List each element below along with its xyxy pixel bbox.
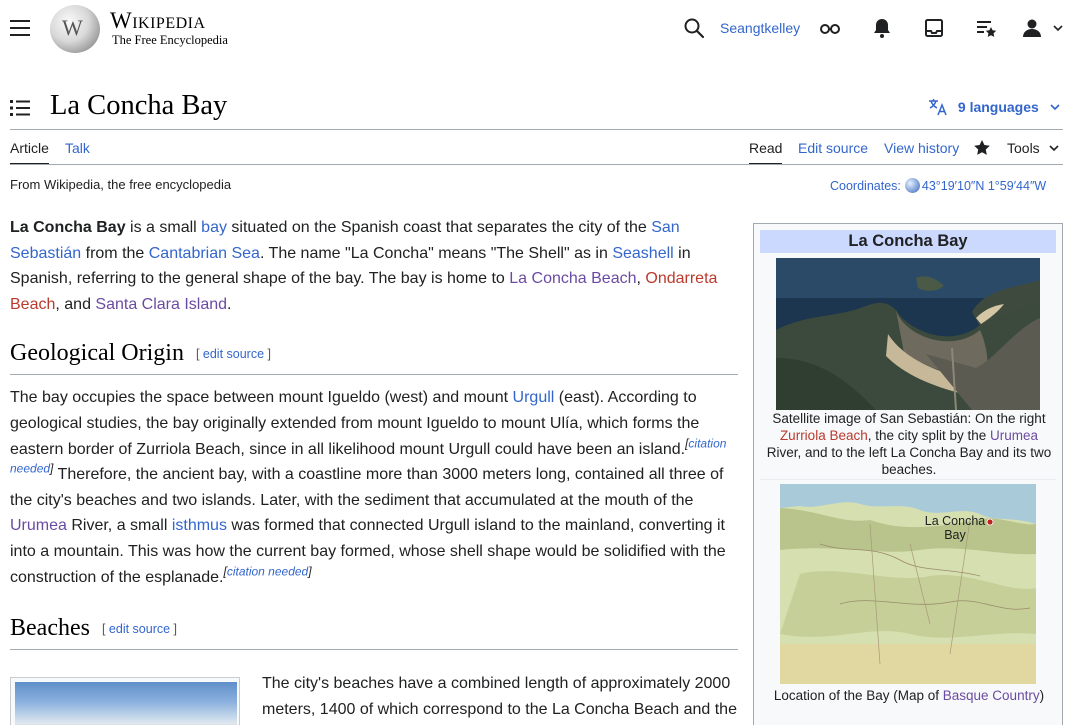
beach-photo[interactable]: [15, 682, 237, 725]
intro-paragraph: La Concha Bay is a small bay situated on…: [10, 215, 738, 317]
location-map[interactable]: [780, 484, 1036, 684]
edit-section-link: [ edit source ]: [102, 622, 177, 636]
watchlist-glasses-icon[interactable]: [818, 16, 842, 40]
section-heading-geological-origin: Geological Origin [ edit source ]: [10, 337, 738, 376]
main-menu-icon[interactable]: [10, 20, 30, 36]
coordinates-label[interactable]: Coordinates:: [830, 179, 901, 193]
text: Location of the Bay (Map of: [773, 688, 943, 703]
language-selector-button[interactable]: 9 languages: [928, 98, 1061, 116]
chevron-down-icon: [1049, 145, 1059, 152]
wikipedia-wordmark[interactable]: Wikipedia: [110, 8, 206, 34]
bracket: [: [195, 347, 203, 362]
infobox-title: La Concha Bay: [760, 230, 1056, 253]
tab-read[interactable]: Read: [749, 140, 783, 165]
chevron-down-icon: [1050, 104, 1060, 111]
bracket: ]: [264, 347, 272, 362]
citation-needed-link[interactable]: citation needed: [227, 564, 308, 578]
article-body: La Concha Bay is a small bay situated on…: [10, 215, 738, 660]
satellite-image[interactable]: [776, 258, 1040, 410]
heading-text: Geological Origin: [10, 340, 184, 367]
text: is a small: [125, 219, 202, 236]
link-isthmus[interactable]: isthmus: [172, 517, 227, 534]
edit-source-geological-origin[interactable]: edit source: [203, 347, 264, 361]
infobox: La Concha Bay Satellite image of San Seb…: [753, 223, 1063, 725]
link-bay[interactable]: bay: [201, 219, 227, 236]
wikipedia-logo-globe[interactable]: [50, 5, 100, 53]
text: .: [227, 295, 232, 313]
text: , the city split by the: [867, 428, 991, 443]
map-caption: Location of the Bay (Map of Basque Count…: [762, 687, 1056, 704]
text: Therefore, the ancient bay, with a coast…: [10, 466, 724, 509]
site-subtitle: From Wikipedia, the free encyclopedia: [10, 177, 232, 192]
bracket: ]: [308, 564, 312, 579]
title-divider: [10, 129, 1063, 130]
article-subject: La Concha Bay: [10, 219, 126, 236]
tab-edit-source[interactable]: Edit source: [798, 140, 868, 156]
languages-count-label: 9 languages: [957, 99, 1039, 115]
link-la-concha-beach[interactable]: La Concha Beach: [509, 270, 636, 287]
heading-text: Beaches: [10, 615, 90, 642]
infobox-divider: [760, 479, 1056, 480]
bracket: [: [101, 622, 109, 637]
link-cantabrian-sea[interactable]: Cantabrian Sea: [149, 245, 260, 262]
table-of-contents-icon[interactable]: [10, 99, 30, 117]
link-urumea[interactable]: Urumea: [10, 517, 67, 534]
text: The bay occupies the space between mount…: [10, 389, 513, 407]
text: Satellite image of San Sebastián: On the…: [772, 411, 1046, 426]
geological-paragraph: The bay occupies the space between mount…: [10, 385, 738, 590]
section-heading-beaches: Beaches [ edit source ]: [10, 612, 738, 651]
citation-needed: [citation needed]: [223, 564, 311, 578]
map-label-la-concha: La Concha: [924, 514, 986, 528]
text: from the: [81, 244, 149, 262]
text: River, and to the left La Concha Bay and…: [766, 445, 1052, 477]
user-menu-icon[interactable]: [1020, 16, 1064, 40]
edit-section-link: [ edit source ]: [196, 347, 271, 361]
bracket: ]: [170, 622, 178, 637]
wikipedia-tagline: The Free Encyclopedia: [112, 33, 228, 47]
text: situated on the Spanish coast that separ…: [226, 219, 652, 236]
text: River, a small: [66, 517, 172, 535]
link-urgull[interactable]: Urgull: [513, 389, 555, 406]
text: . The name "La Concha" means "The Shell"…: [259, 244, 613, 262]
tabs-divider: [10, 164, 1063, 165]
page-title: La Concha Bay: [50, 90, 228, 121]
link-basque-country[interactable]: Basque Country: [943, 688, 1040, 703]
site-header: Wikipedia The Free Encyclopedia Seangtke…: [0, 0, 1072, 58]
beach-thumbnail[interactable]: [10, 677, 240, 725]
coordinates-value[interactable]: 43°19′10″N 1°59′44″W: [922, 179, 1046, 193]
map-label-bay: Bay: [944, 528, 966, 542]
beaches-paragraph: The city's beaches have a combined lengt…: [262, 675, 737, 718]
watch-star-icon[interactable]: [973, 139, 991, 157]
edit-source-beaches[interactable]: edit source: [109, 622, 170, 636]
text: ): [1039, 688, 1045, 703]
tab-talk[interactable]: Talk: [65, 140, 90, 156]
link-urumea[interactable]: Urumea: [990, 428, 1038, 443]
notifications-bell-icon[interactable]: [870, 16, 894, 40]
globe-icon[interactable]: [904, 178, 920, 193]
tools-label: Tools: [1007, 140, 1040, 156]
notices-tray-icon[interactable]: [922, 16, 946, 40]
translate-icon: [929, 99, 947, 116]
link-santa-clara-island[interactable]: Santa Clara Island: [95, 296, 227, 313]
user-page-link[interactable]: Seangtkelley: [720, 20, 800, 36]
watchlist-star-icon[interactable]: [974, 16, 998, 40]
text: , and: [55, 295, 96, 313]
link-zurriola-beach[interactable]: Zurriola Beach: [780, 428, 868, 443]
tools-menu-button[interactable]: Tools: [1007, 140, 1060, 156]
search-icon[interactable]: [682, 16, 706, 40]
tab-article[interactable]: Article: [10, 140, 49, 165]
satellite-caption: Satellite image of San Sebastián: On the…: [762, 410, 1056, 478]
coordinates: Coordinates: 43°19′10″N 1°59′44″W: [830, 178, 1046, 193]
link-seashell[interactable]: Seashell: [612, 245, 673, 262]
tab-view-history[interactable]: View history: [884, 140, 959, 156]
